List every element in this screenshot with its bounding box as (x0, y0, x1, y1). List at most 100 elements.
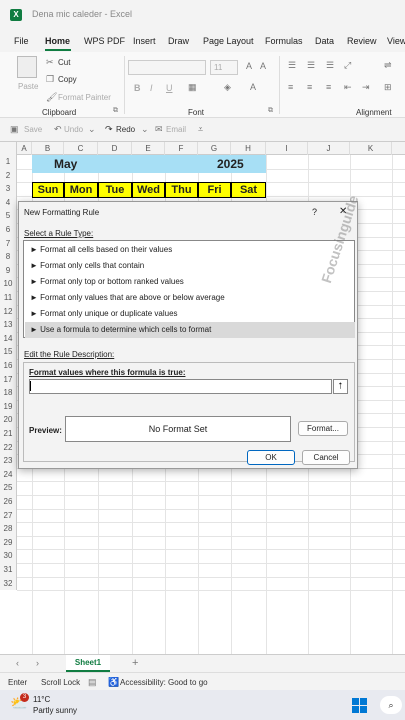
row-header[interactable]: 10 (0, 277, 17, 291)
row-header[interactable]: 18 (0, 386, 17, 400)
column-header[interactable]: E (132, 142, 165, 155)
save-button[interactable]: Save (24, 125, 42, 134)
column-header[interactable]: A (17, 142, 32, 155)
rule-item[interactable]: ► Format all cells based on their values (25, 242, 355, 258)
day-header-cell[interactable]: Mon (64, 182, 98, 198)
sheet-tab-sheet1[interactable]: Sheet1 (66, 655, 110, 672)
rule-item[interactable]: ► Format only unique or duplicate values (25, 306, 355, 322)
chevron-down-icon[interactable]: ⌄ (141, 124, 149, 135)
windows-start-icon[interactable] (352, 698, 367, 713)
row-header[interactable]: 20 (0, 413, 17, 427)
clipboard-launcher-icon[interactable]: ⧉ (113, 107, 118, 115)
align-middle-icon[interactable]: ☰ (307, 60, 315, 71)
font-name-select[interactable] (128, 60, 206, 75)
format-button[interactable]: Format... (298, 421, 348, 436)
row-header[interactable]: 23 (0, 454, 17, 468)
row-header[interactable]: 25 (0, 481, 17, 495)
borders-icon[interactable]: ▦ (188, 82, 197, 93)
column-header[interactable]: G (198, 142, 231, 155)
tab-formulas[interactable]: Formulas (265, 36, 303, 46)
chevron-left-icon[interactable]: ‹ (16, 658, 19, 668)
font-size-select[interactable]: 11 (210, 60, 238, 75)
day-header-cell[interactable]: Wed (132, 182, 165, 198)
rule-item[interactable]: ► Format only cells that contain (25, 258, 355, 274)
row-header[interactable]: 6 (0, 223, 17, 237)
day-header-cell[interactable]: Tue (98, 182, 132, 198)
wrap-text-icon[interactable]: ⇌ (384, 60, 392, 71)
row-header[interactable]: 19 (0, 399, 17, 414)
tab-file[interactable]: File (14, 36, 29, 46)
help-icon[interactable]: ? (312, 207, 317, 217)
cancel-button[interactable]: Cancel (302, 450, 350, 465)
customize-qat-icon[interactable]: ⩡ (198, 124, 203, 135)
tab-view[interactable]: View (387, 36, 405, 46)
row-header[interactable]: 9 (0, 263, 17, 278)
tab-wps-pdf[interactable]: WPS PDF (84, 36, 125, 46)
row-header[interactable]: 11 (0, 291, 17, 305)
ok-button[interactable]: OK (247, 450, 295, 465)
italic-button[interactable]: I (150, 83, 153, 93)
align-left-icon[interactable]: ≡ (288, 82, 293, 92)
row-header[interactable]: 22 (0, 440, 17, 455)
row-header[interactable]: 13 (0, 318, 17, 332)
increase-indent-icon[interactable]: ⇥ (362, 82, 370, 93)
paste-icon[interactable] (17, 56, 37, 78)
row-header[interactable]: 7 (0, 236, 17, 251)
row-header[interactable]: 30 (0, 549, 17, 563)
tab-page-layout[interactable]: Page Layout (203, 36, 254, 46)
add-sheet-icon[interactable]: + (132, 657, 138, 669)
copy-button[interactable]: Copy (58, 75, 77, 84)
format-painter-button[interactable]: Format Painter (58, 93, 111, 102)
day-header-cell[interactable]: Sat (231, 182, 266, 198)
row-header[interactable]: 21 (0, 427, 17, 441)
paste-button[interactable]: Paste (18, 82, 38, 91)
row-header[interactable]: 16 (0, 359, 17, 373)
row-header[interactable]: 24 (0, 467, 17, 482)
row-header[interactable]: 12 (0, 304, 17, 319)
redo-button[interactable]: Redo (116, 125, 135, 134)
formula-input[interactable] (29, 379, 332, 394)
column-header[interactable]: J (308, 142, 350, 155)
row-header[interactable]: 15 (0, 345, 17, 359)
tab-draw[interactable]: Draw (168, 36, 189, 46)
tab-home[interactable]: Home (45, 36, 70, 46)
search-icon[interactable]: ⌕ (380, 696, 402, 714)
row-header[interactable]: 31 (0, 563, 17, 577)
rule-item[interactable]: ► Format only values that are above or b… (25, 290, 355, 306)
decrease-indent-icon[interactable]: ⇤ (344, 82, 352, 93)
row-header[interactable]: 4 (0, 195, 17, 210)
orientation-icon[interactable]: ⤢ (344, 60, 351, 71)
row-header[interactable]: 2 (0, 168, 17, 183)
column-header[interactable]: F (165, 142, 198, 155)
chevron-right-icon[interactable]: › (36, 658, 39, 668)
font-color-icon[interactable]: A (250, 82, 256, 92)
rule-item[interactable]: ► Format only top or bottom ranked value… (25, 274, 355, 290)
macro-icon[interactable]: ▤ (88, 677, 97, 688)
tab-insert[interactable]: Insert (133, 36, 156, 46)
row-header[interactable]: 14 (0, 331, 17, 346)
row-header[interactable]: 27 (0, 508, 17, 523)
tab-data[interactable]: Data (315, 36, 334, 46)
column-header[interactable]: K (350, 142, 392, 155)
accessibility-status[interactable]: Accessibility: Good to go (120, 678, 208, 687)
row-header[interactable]: 5 (0, 209, 17, 223)
row-header[interactable]: 32 (0, 576, 17, 591)
align-top-icon[interactable]: ☰ (288, 60, 296, 71)
bold-button[interactable]: B (134, 83, 141, 93)
undo-button[interactable]: Undo (64, 125, 83, 134)
row-header[interactable]: 29 (0, 535, 17, 550)
row-header[interactable]: 3 (0, 182, 17, 196)
merge-icon[interactable]: ⊞ (384, 82, 392, 93)
tab-review[interactable]: Review (347, 36, 377, 46)
day-header-cell[interactable]: Fri (198, 182, 231, 198)
align-right-icon[interactable]: ≡ (326, 82, 331, 92)
align-bottom-icon[interactable]: ☰ (326, 60, 334, 71)
column-header[interactable]: D (98, 142, 132, 155)
row-header[interactable]: 28 (0, 522, 17, 536)
row-header[interactable]: 17 (0, 372, 17, 387)
row-header[interactable]: 1 (0, 155, 17, 169)
row-header[interactable]: 26 (0, 495, 17, 509)
cut-button[interactable]: Cut (58, 58, 70, 67)
rule-item-selected[interactable]: ► Use a formula to determine which cells… (25, 322, 355, 338)
underline-button[interactable]: U (166, 83, 173, 93)
